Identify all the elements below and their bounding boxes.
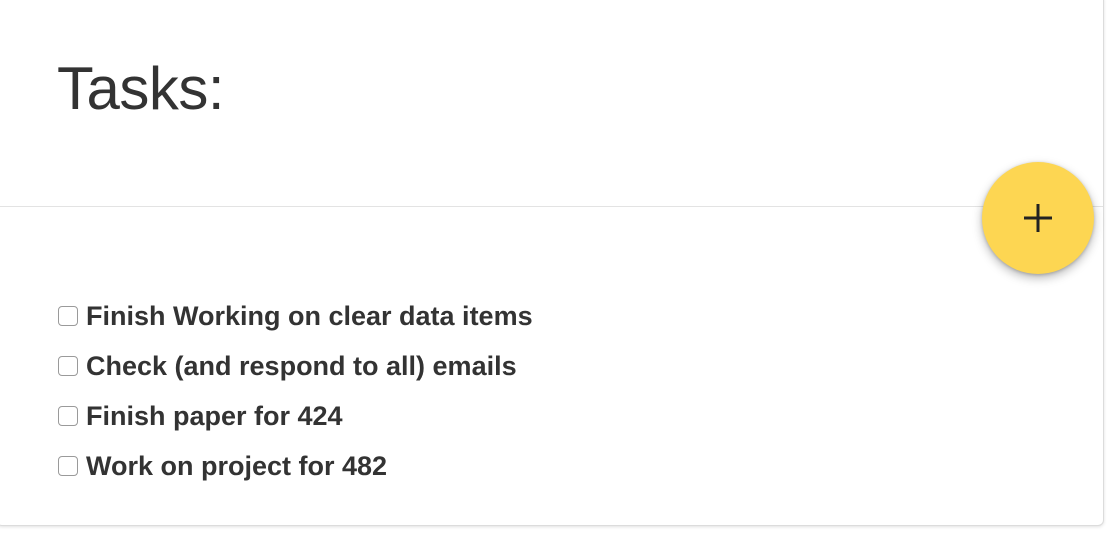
- list-item[interactable]: Check (and respond to all) emails: [58, 341, 533, 391]
- task-label: Work on project for 482: [86, 451, 388, 481]
- plus-icon: [1024, 204, 1052, 232]
- task-list: Finish Working on clear data items Check…: [58, 291, 533, 491]
- list-item[interactable]: Work on project for 482: [58, 441, 533, 491]
- list-item[interactable]: Finish Working on clear data items: [58, 291, 533, 341]
- tasks-header: Tasks:: [0, 0, 1103, 207]
- tasks-card: Tasks: Finish Working on clear data item…: [0, 0, 1104, 526]
- task-checkbox[interactable]: [58, 306, 78, 326]
- task-checkbox[interactable]: [58, 356, 78, 376]
- list-item[interactable]: Finish paper for 424: [58, 391, 533, 441]
- task-label: Finish paper for 424: [86, 401, 343, 431]
- add-task-button[interactable]: [982, 162, 1094, 274]
- task-label: Check (and respond to all) emails: [86, 351, 517, 381]
- task-label: Finish Working on clear data items: [86, 301, 533, 331]
- task-checkbox[interactable]: [58, 406, 78, 426]
- page-title: Tasks:: [57, 55, 225, 122]
- task-checkbox[interactable]: [58, 456, 78, 476]
